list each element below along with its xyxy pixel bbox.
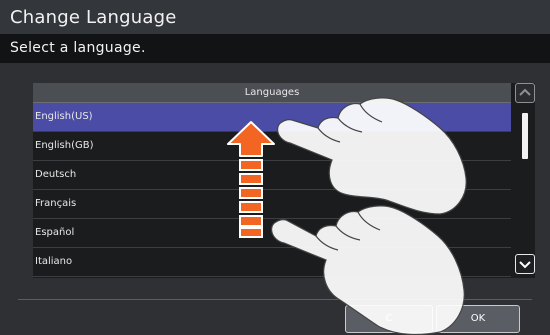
list-item-label: Français (35, 198, 77, 209)
chevron-up-icon (519, 88, 531, 96)
language-list-panel: Languages English(US) English(GB) Deutsc… (33, 83, 535, 278)
scroll-down-button[interactable] (515, 254, 535, 274)
list-item-francais[interactable]: Français (33, 190, 511, 219)
ok-button[interactable]: OK (436, 305, 520, 333)
scroll-up-button[interactable] (515, 83, 535, 103)
title-bar: Change Language (0, 0, 550, 34)
chevron-down-icon (519, 261, 531, 269)
list-item-label: Italiano (35, 256, 73, 267)
scrollbar[interactable] (515, 83, 535, 278)
list-item-italiano[interactable]: Italiano (33, 248, 511, 277)
list-item-label: Español (35, 227, 75, 238)
list-item-label: English(GB) (35, 140, 94, 151)
list-item-label: English(US) (35, 111, 93, 122)
instruction-text: Select a language. (10, 40, 146, 56)
list-item-espanol[interactable]: Español (33, 219, 511, 248)
instruction-bar: Select a language. (0, 34, 550, 63)
footer-divider (18, 299, 532, 300)
list-item-english-gb[interactable]: English(GB) (33, 132, 511, 161)
list-item-label: Deutsch (35, 169, 77, 180)
cancel-button[interactable]: C (345, 305, 433, 333)
list-item-english-us[interactable]: English(US) (33, 103, 511, 132)
list-header: Languages (33, 83, 511, 103)
language-list: English(US) English(GB) Deutsch Français… (33, 103, 511, 277)
page-title: Change Language (10, 7, 177, 28)
list-item-deutsch[interactable]: Deutsch (33, 161, 511, 190)
scrollbar-thumb[interactable] (522, 113, 528, 159)
